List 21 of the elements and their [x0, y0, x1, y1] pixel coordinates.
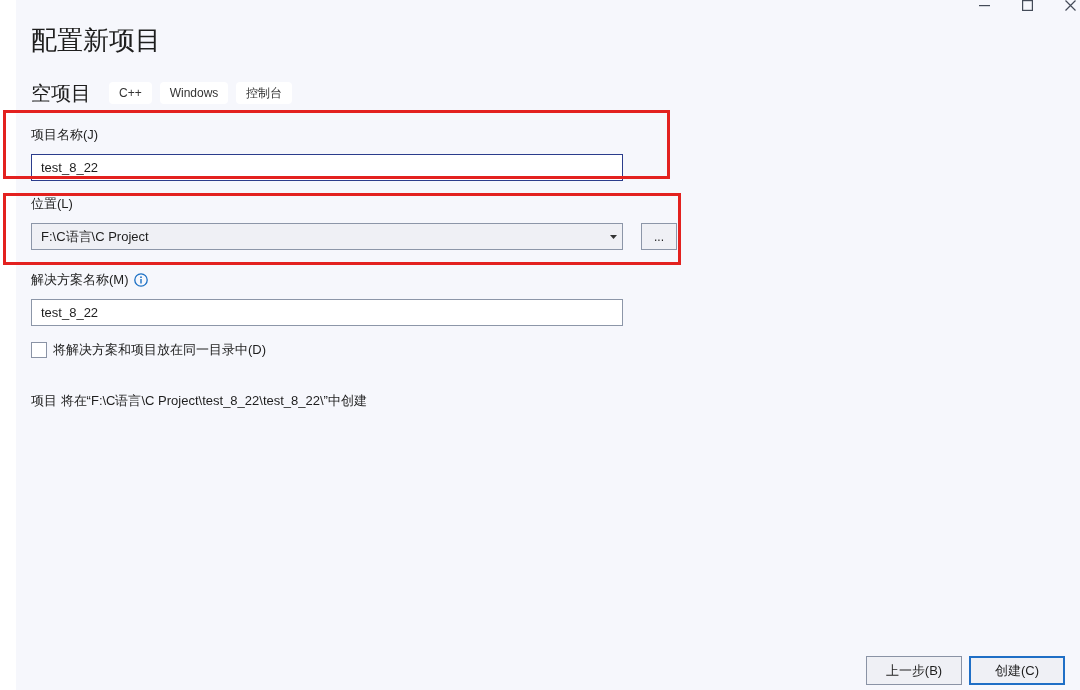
template-tag: Windows — [159, 82, 229, 104]
template-tag: C++ — [109, 82, 152, 104]
template-name: 空项目 — [31, 81, 91, 105]
maximize-icon[interactable] — [1022, 0, 1033, 11]
caret-icon[interactable] — [610, 234, 617, 239]
close-icon[interactable] — [1065, 0, 1076, 11]
field-label: 位置(L) — [31, 195, 73, 213]
default-button[interactable]: 创建(C) — [969, 656, 1065, 685]
checkbox-label: 将解决方案和项目放在同一目录中(D) — [53, 341, 267, 359]
template-tag: 控制台 — [236, 82, 293, 104]
summary-text: 项目 将在“F:\C语言\C Project\test_8_22\test_8_22\”中创建 — [31, 392, 367, 410]
checkbox[interactable] — [31, 342, 47, 358]
browse-button[interactable]: ... — [641, 223, 677, 250]
dropdown[interactable]: F:\C语言\C Project — [31, 223, 623, 250]
info-icon[interactable] — [133, 273, 148, 287]
field-label: 项目名称(J) — [31, 126, 99, 144]
field-label: 解决方案名称(M) — [31, 271, 129, 289]
dialog-button[interactable]: 上一步(B) — [866, 656, 962, 685]
text-field[interactable]: test_8_22 — [31, 299, 623, 326]
minimize-icon[interactable] — [979, 5, 990, 7]
dialog-title: 配置新项目 — [31, 24, 161, 56]
